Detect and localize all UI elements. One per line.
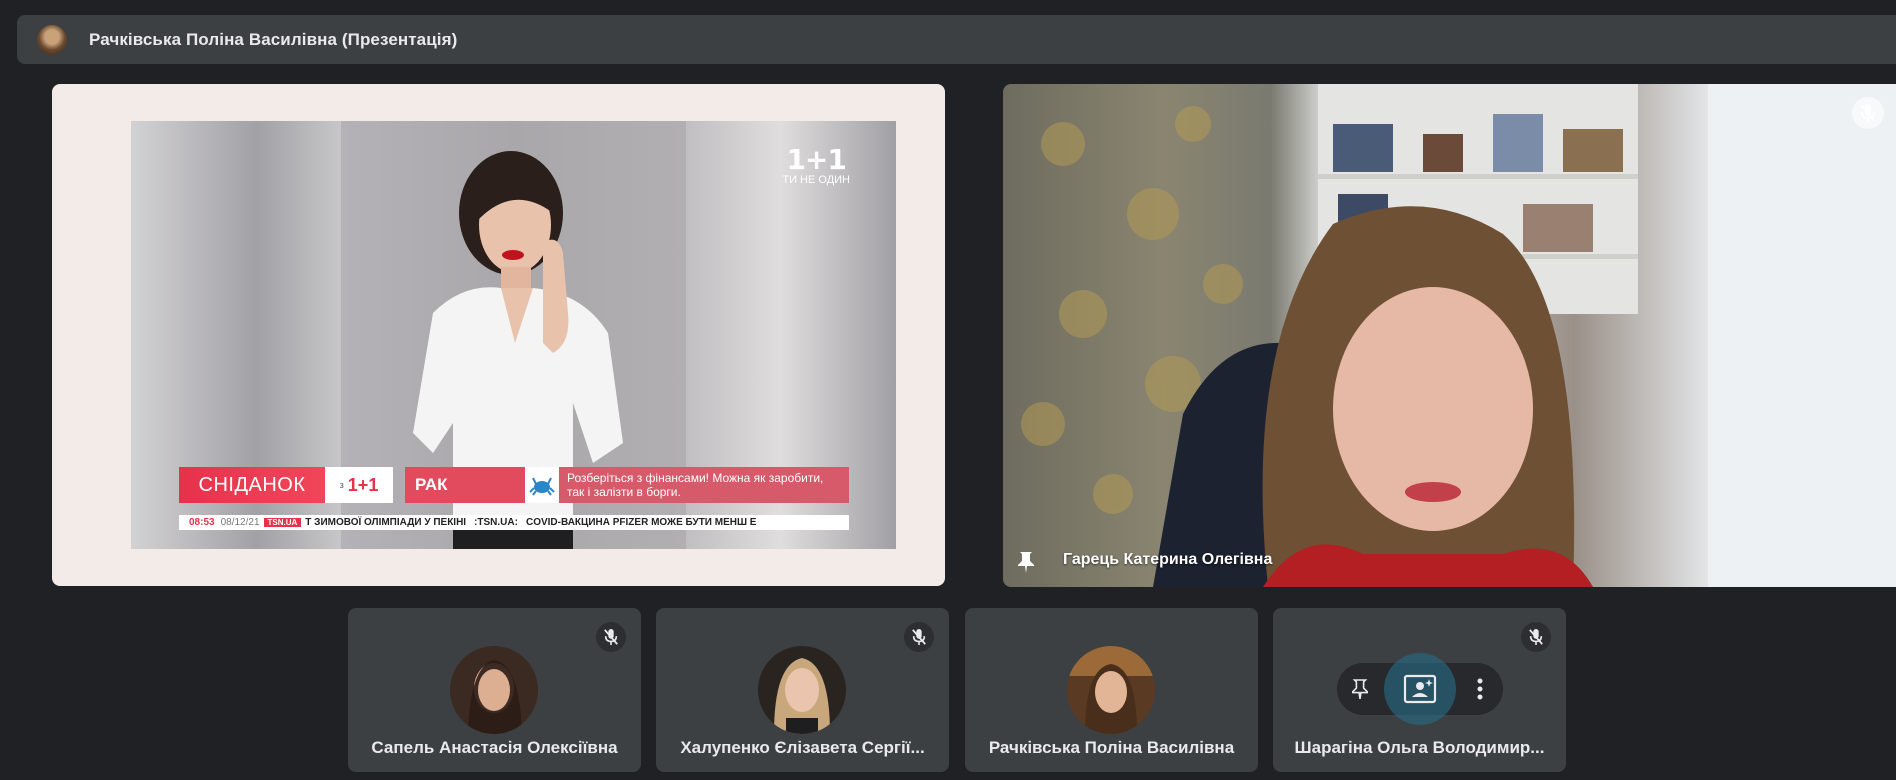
presentation-slide: 1+1 ТИ НЕ ОДИН СНІДАНОК з 1+1 РАК Розбер…: [131, 121, 896, 549]
participant-tile[interactable]: Халупенко Єлізавета Сергії...: [656, 608, 949, 772]
avatar: [1067, 646, 1155, 734]
pin-icon[interactable]: [1338, 667, 1382, 711]
participant-tile[interactable]: Рачківська Поліна Василівна: [965, 608, 1258, 772]
zodiac-label: РАК: [405, 467, 525, 503]
presenter-bar: Рачківська Поліна Василівна (Презентація…: [17, 15, 1896, 64]
channel-logo-main: 1+1: [786, 143, 846, 176]
pin-icon[interactable]: [1016, 550, 1036, 574]
participant-name: Халупенко Єлізавета Сергії...: [680, 738, 925, 757]
participant-tile[interactable]: Сапель Анастасія Олексіївна: [348, 608, 641, 772]
frame-person-icon[interactable]: [1384, 653, 1456, 725]
participant-name: Шарагіна Ольга Володимир...: [1294, 738, 1545, 757]
ticker-source: TSN.UA: [263, 518, 302, 527]
show-channel-label: 1+1: [347, 474, 379, 495]
show-with: з: [339, 480, 344, 490]
participant-name: Сапель Анастасія Олексіївна: [371, 738, 618, 757]
ticker-text-2: :TSN.UA:: [474, 517, 518, 528]
avatar: [450, 646, 538, 734]
ticker-text-3: COVID-ВАКЦИНА PFIZER МОЖЕ БУТИ МЕНШ Е: [525, 517, 757, 528]
camera-participant-name: Гарець Катерина Олегівна: [1063, 551, 1273, 568]
avatar: [758, 646, 846, 734]
mic-off-icon: [596, 622, 626, 652]
ticker-time: 08:53: [189, 517, 215, 528]
news-ticker: 08:53 08/12/21 TSN.UA Т ЗИМОВОЇ ОЛІМПІАД…: [179, 515, 849, 530]
participant-name: Рачківська Поліна Василівна: [988, 738, 1235, 757]
show-brand: СНІДАНОК: [179, 467, 325, 503]
horoscope-message: Розберіться з фінансами! Можна як зароби…: [559, 467, 849, 503]
presenter-avatar: [37, 24, 67, 55]
crab-icon: [525, 467, 559, 503]
camera-tile[interactable]: Гарець Катерина Олегівна: [1003, 84, 1896, 587]
more-options-icon[interactable]: [1458, 667, 1502, 711]
mic-off-icon: [1521, 622, 1551, 652]
presenter-title: Рачківська Поліна Василівна (Презентація…: [89, 29, 458, 49]
presentation-tile[interactable]: 1+1 ТИ НЕ ОДИН СНІДАНОК з 1+1 РАК Розбер…: [52, 84, 945, 586]
participant-tile[interactable]: Шарагіна Ольга Володимир...: [1273, 608, 1566, 772]
mic-off-icon: [904, 622, 934, 652]
lower-third: СНІДАНОК з 1+1 РАК Розберіться з фінанса…: [179, 467, 849, 503]
camera-scene: [1021, 84, 1896, 587]
tile-hover-controls: [1337, 653, 1503, 725]
ticker-date: 08/12/21: [220, 517, 260, 528]
mic-off-icon: [1852, 97, 1884, 129]
channel-logo-tagline: ТИ НЕ ОДИН: [782, 174, 850, 186]
show-channel: з 1+1: [325, 467, 393, 503]
channel-logo: 1+1 ТИ НЕ ОДИН: [782, 143, 850, 186]
ticker-text-1: Т ЗИМОВОЇ ОЛІМПІАДИ У ПЕКІНІ: [305, 517, 467, 528]
